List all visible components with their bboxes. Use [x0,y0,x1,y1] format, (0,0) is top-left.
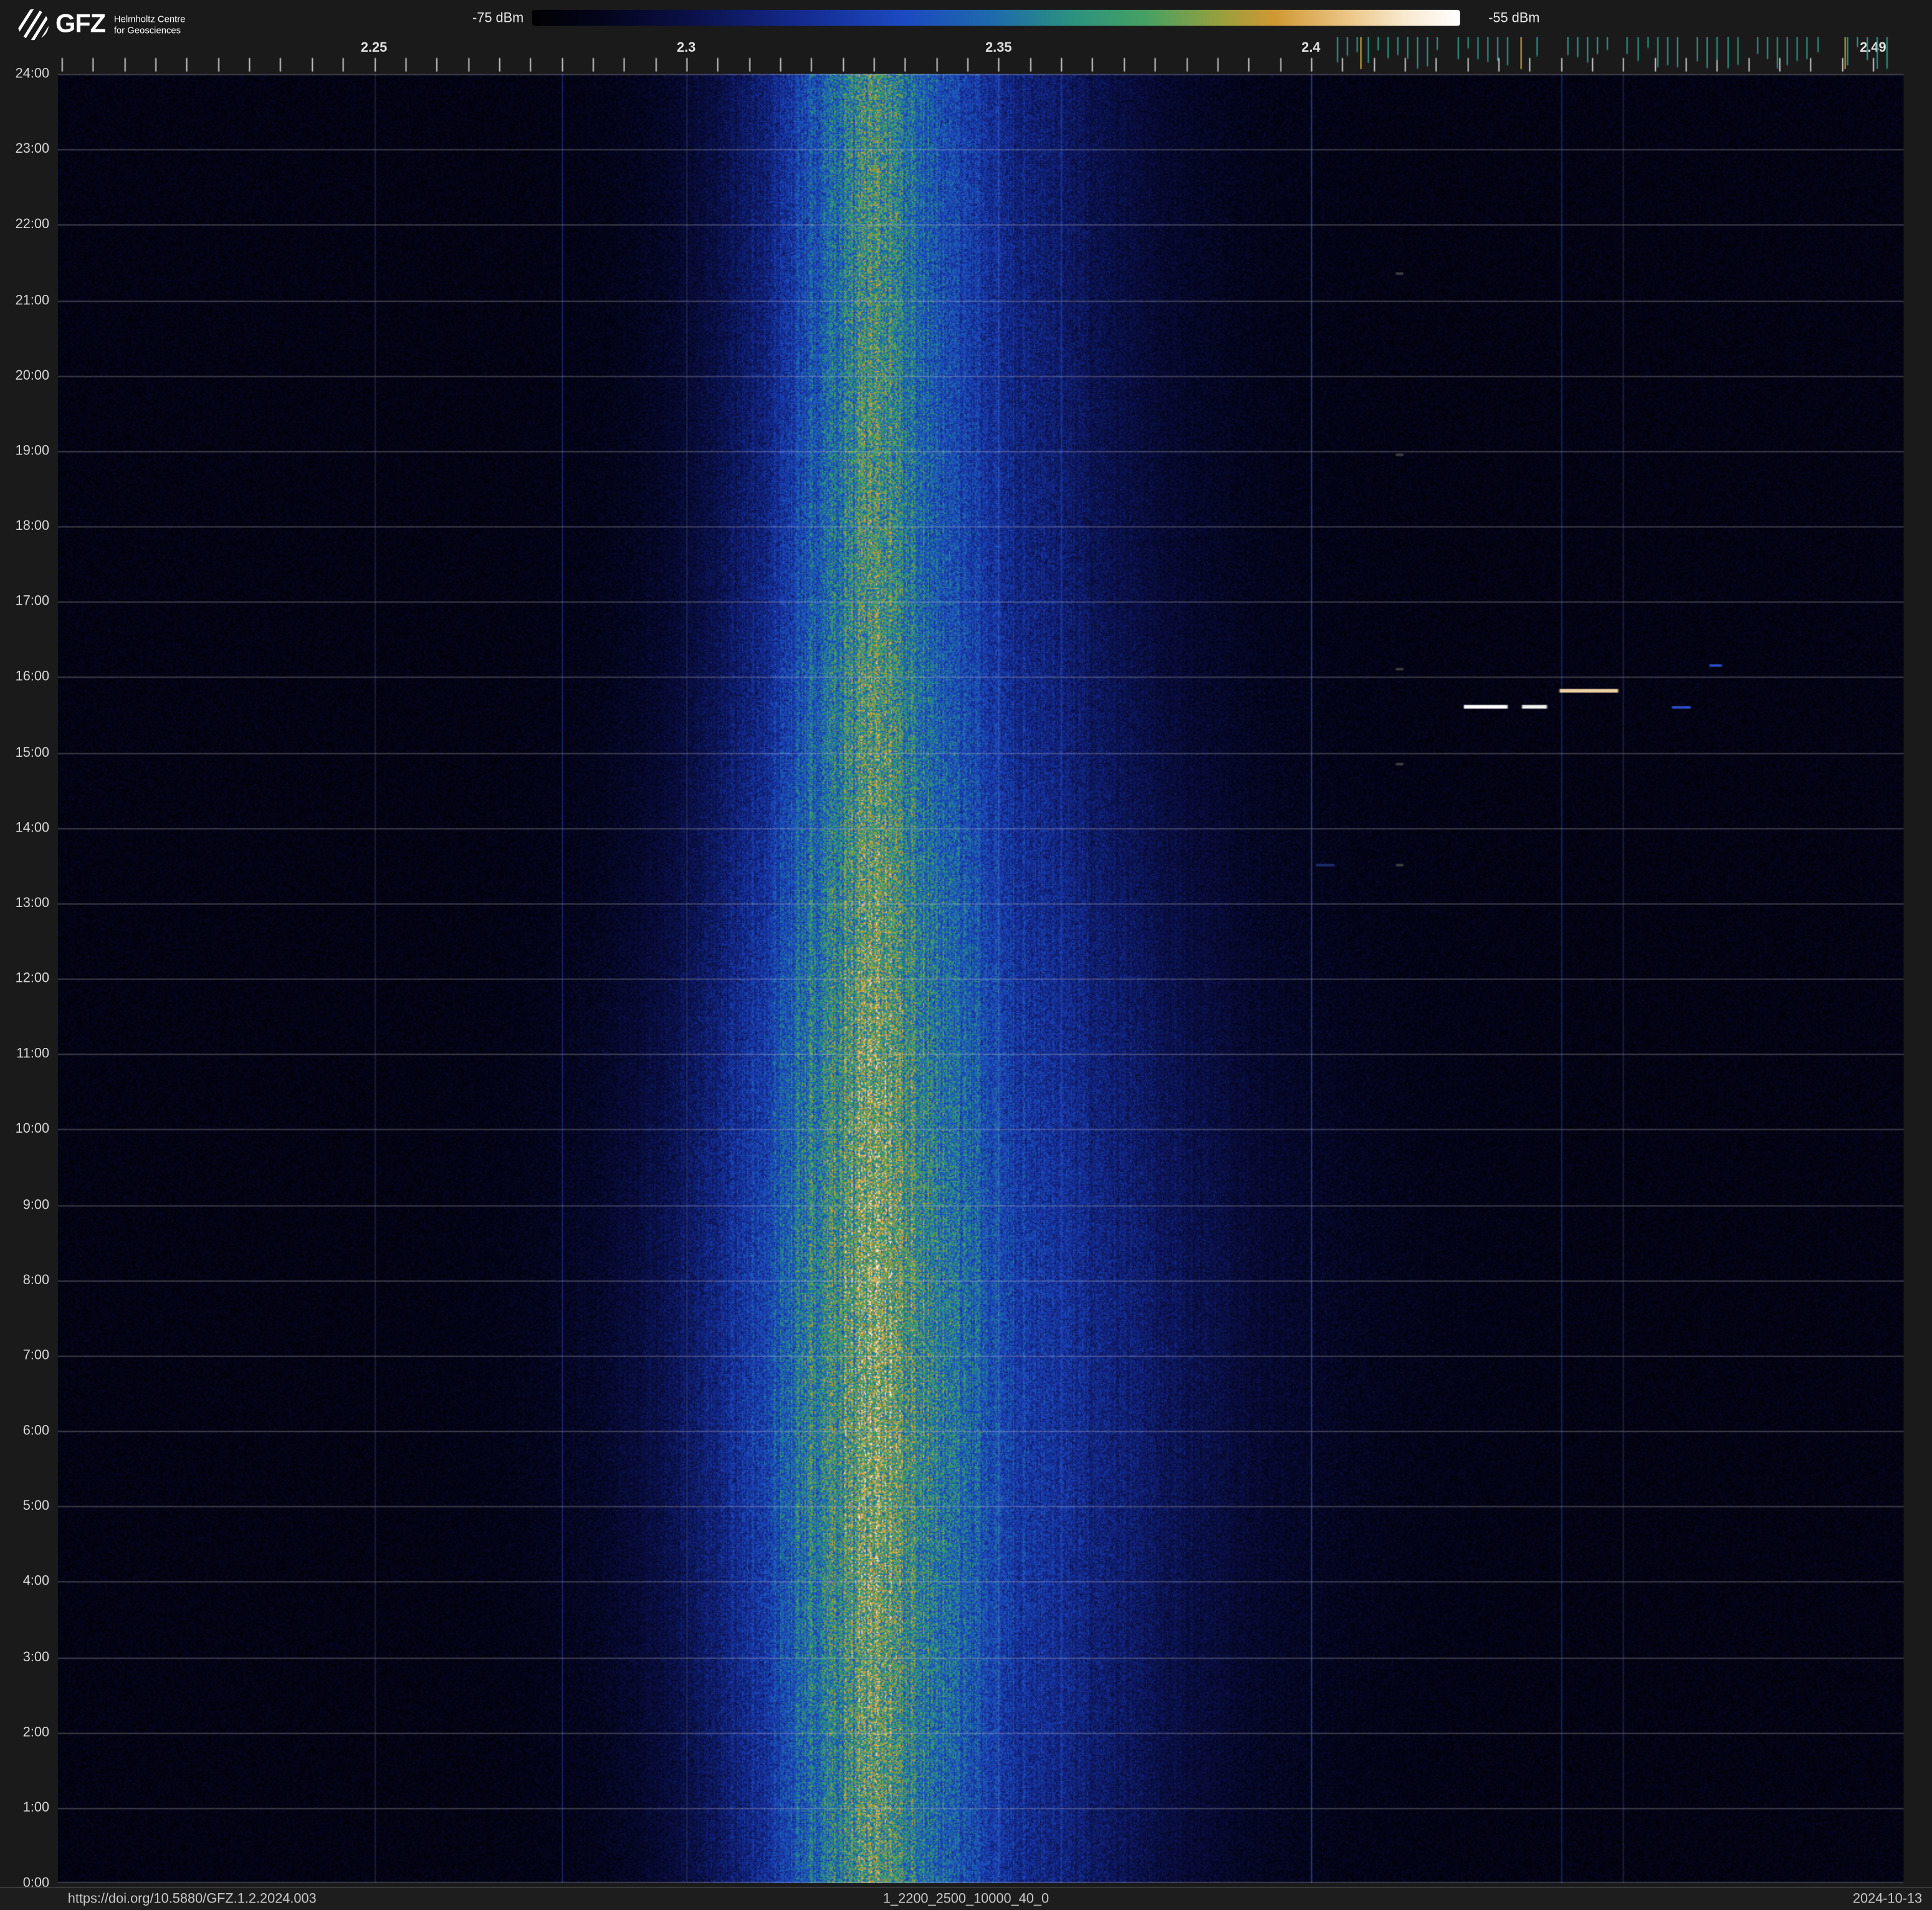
time-tick-label: 5:00 [22,1499,50,1514]
time-tick-label: 20:00 [15,368,50,383]
time-tick-label: 14:00 [15,820,50,835]
time-tick-label: 10:00 [15,1121,50,1137]
doi-link[interactable]: https://doi.org/10.5880/GFZ.1.2.2024.003 [68,1892,317,1907]
time-tick-label: 22:00 [15,217,50,233]
spectrogram-page: GFZ Helmholtz Centre for Geosciences -75… [0,0,1932,1910]
time-tick-label: 21:00 [15,292,50,308]
time-tick-label: 16:00 [15,669,50,684]
time-tick-label: 23:00 [15,142,50,157]
time-tick-label: 6:00 [22,1423,50,1439]
spectrogram-heatmap [57,74,1904,1883]
time-tick-label: 7:00 [22,1348,50,1363]
footer-bar: https://doi.org/10.5880/GFZ.1.2.2024.003… [0,1886,1932,1910]
time-tick-label: 13:00 [15,895,50,911]
time-tick-label: 8:00 [22,1272,50,1288]
time-tick-label: 17:00 [15,594,50,609]
time-tick-label: 1:00 [22,1800,50,1815]
time-axis: 24:00 23:00 22:00 21:00 20:00 19:00 18:00 17:00… [0,0,58,1910]
time-tick-label: 9:00 [22,1197,50,1212]
time-tick-label: 12:00 [15,971,50,986]
time-tick-label: 2:00 [22,1725,50,1740]
time-tick-label: 11:00 [16,1046,50,1062]
time-tick-label: 4:00 [22,1574,50,1590]
time-tick-label: 15:00 [15,745,50,760]
footer-date: 2024-10-13 [1852,1891,1923,1907]
frequency-tick-marks [57,37,1904,73]
time-tick-label: 19:00 [15,443,50,459]
time-tick-label: 3:00 [22,1649,50,1664]
time-tick-label: 24:00 [15,66,50,82]
time-tick-label: 18:00 [15,519,50,534]
